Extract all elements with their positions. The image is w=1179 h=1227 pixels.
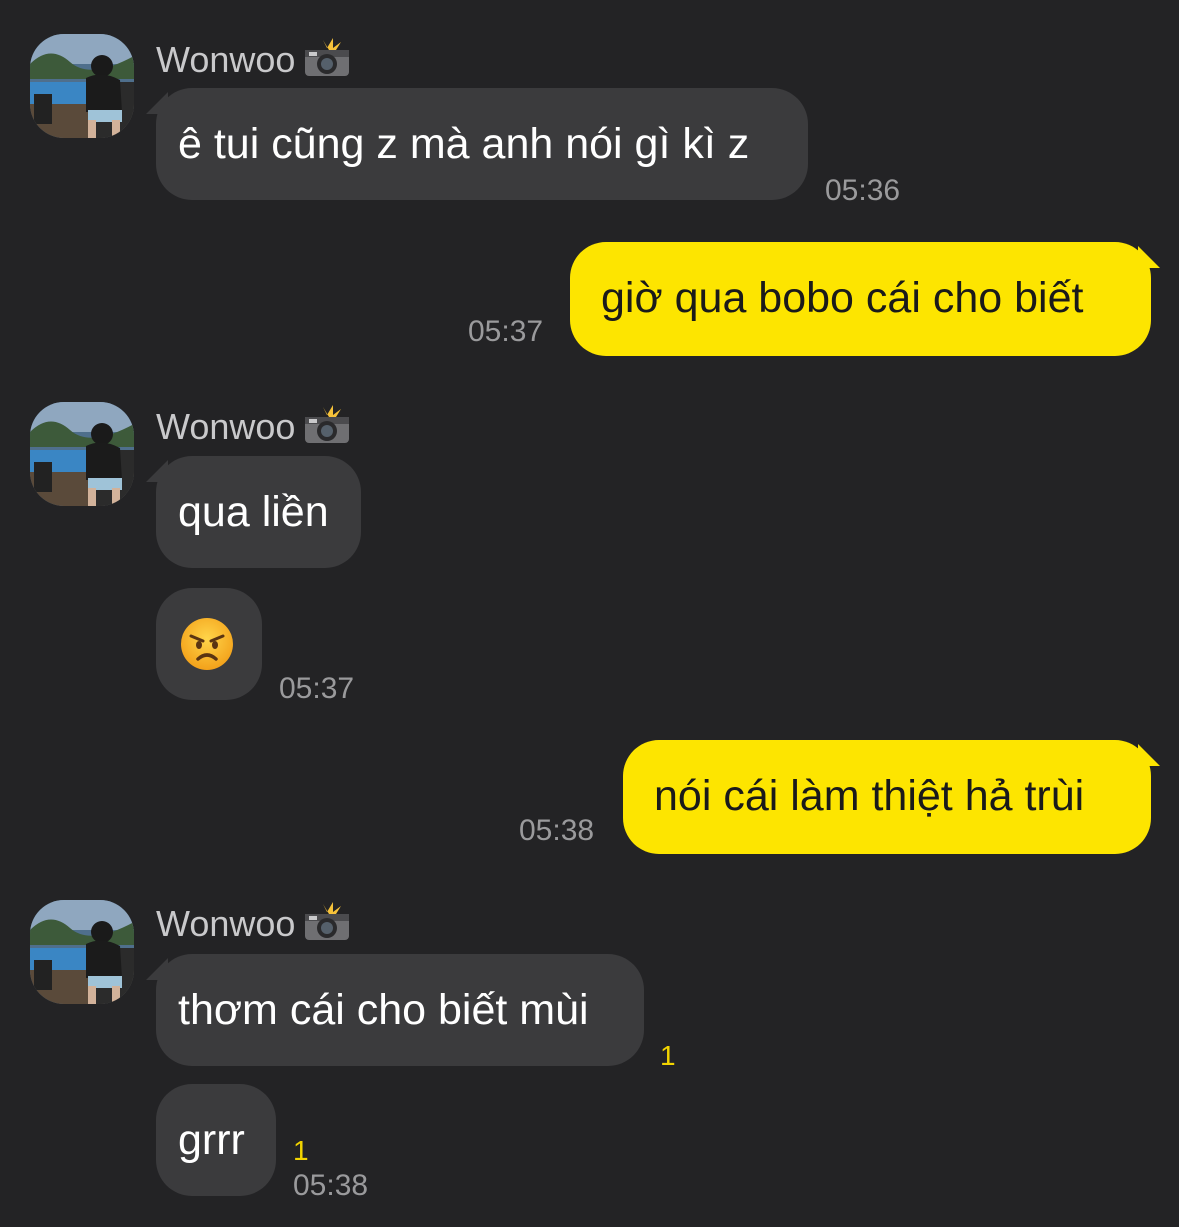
sender-name: Wonwoo	[156, 405, 351, 447]
incoming-message-bubble[interactable]: qua liền	[146, 456, 361, 568]
message-timestamp: 05:37	[279, 672, 355, 705]
bubble-tail	[1138, 744, 1160, 766]
outgoing-message-bubble[interactable]: nói cái làm thiệt hả trùi	[623, 740, 1160, 854]
message-timestamp: 05:38	[519, 814, 595, 847]
camera-flash-icon	[303, 38, 351, 78]
message-timestamp: 05:36	[825, 174, 901, 207]
message-text: nói cái làm thiệt hả trùi	[654, 772, 1085, 820]
incoming-emoji-bubble[interactable]	[156, 588, 262, 700]
incoming-message-bubble[interactable]: grrr	[156, 1084, 276, 1196]
camera-flash-icon	[303, 902, 351, 942]
message-timestamp: 05:37	[468, 315, 544, 348]
bubble-tail	[146, 958, 168, 980]
unread-count: 1	[660, 1040, 676, 1071]
avatar[interactable]	[30, 900, 134, 1004]
unread-count: 1	[293, 1135, 309, 1166]
message-text: grrr	[178, 1116, 245, 1164]
camera-flash-icon	[303, 405, 351, 445]
message-text: thơm cái cho biết mùi	[178, 986, 589, 1034]
avatar[interactable]	[30, 34, 134, 138]
sender-name-text: Wonwoo	[156, 39, 296, 80]
sender-name: Wonwoo	[156, 902, 351, 944]
message-text: ê tui cũng z mà anh nói gì kì z	[178, 120, 750, 168]
angry-face-icon	[179, 616, 235, 682]
sender-name-text: Wonwoo	[156, 406, 296, 447]
bubble-tail	[146, 460, 168, 482]
incoming-message-bubble[interactable]: thơm cái cho biết mùi	[146, 954, 644, 1066]
bubble-tail	[146, 92, 168, 114]
sender-name: Wonwoo	[156, 38, 351, 80]
incoming-message-bubble[interactable]: ê tui cũng z mà anh nói gì kì z	[146, 88, 808, 200]
sender-name-text: Wonwoo	[156, 903, 296, 944]
bubble-tail	[1138, 246, 1160, 268]
outgoing-message-bubble[interactable]: giờ qua bobo cái cho biết	[570, 242, 1160, 356]
message-text: giờ qua bobo cái cho biết	[601, 274, 1084, 322]
message-text: qua liền	[178, 488, 329, 536]
message-timestamp: 05:38	[293, 1169, 369, 1202]
avatar[interactable]	[30, 402, 134, 506]
